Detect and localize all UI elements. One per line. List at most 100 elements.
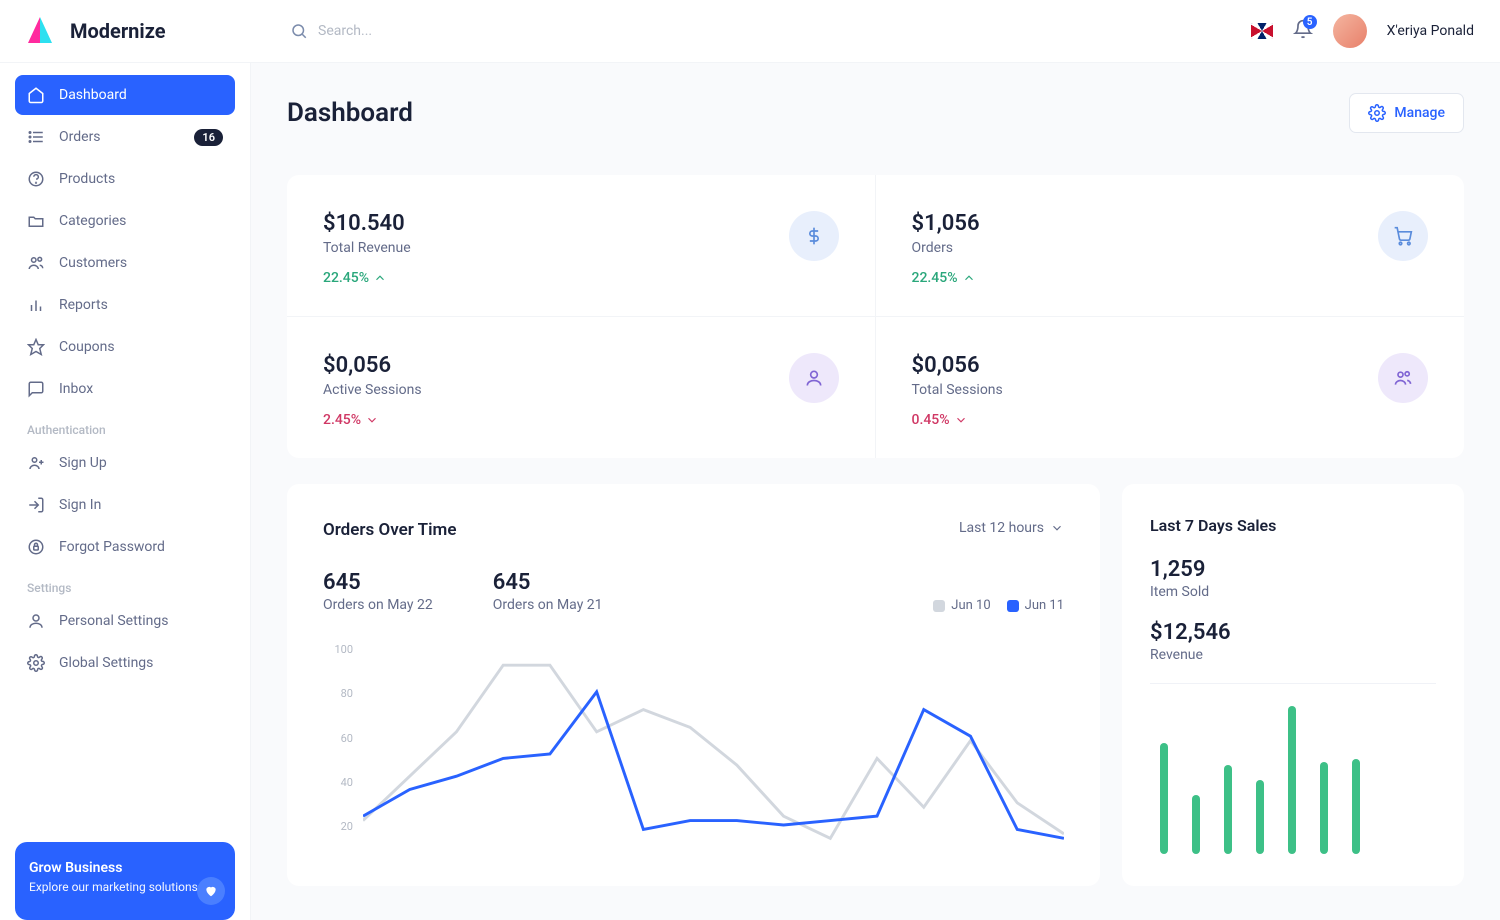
search-input[interactable] xyxy=(318,23,618,39)
promo-title: Grow Business xyxy=(29,860,221,876)
sidebar-item-label: Global Settings xyxy=(59,655,153,671)
language-flag-uk[interactable] xyxy=(1251,23,1273,39)
username: X'eriya Ponald xyxy=(1387,23,1474,39)
topbar-right: 5 X'eriya Ponald xyxy=(1251,14,1474,48)
sidebar-item-label: Inbox xyxy=(59,381,93,397)
stat-card-orders: $1,056 Orders 22.45% xyxy=(876,175,1465,317)
chart-title: Orders Over Time xyxy=(323,520,456,540)
user-icon xyxy=(27,612,45,630)
divider xyxy=(1150,683,1436,684)
sidebar-item-label: Sign Up xyxy=(59,455,107,471)
lock-icon xyxy=(27,538,45,556)
legend-swatch xyxy=(933,600,945,612)
chevron-up-icon xyxy=(962,271,976,285)
chevron-down-icon xyxy=(1050,521,1064,535)
search-icon xyxy=(290,22,308,40)
home-icon xyxy=(27,86,45,104)
chevron-down-icon xyxy=(954,413,968,427)
sidebar-item-personal-settings[interactable]: Personal Settings xyxy=(15,601,235,641)
stat-value: $0,056 xyxy=(912,353,1003,378)
manage-button[interactable]: Manage xyxy=(1349,93,1464,133)
sidebar-item-reports[interactable]: Reports xyxy=(15,285,235,325)
revenue-label: Revenue xyxy=(1150,647,1436,663)
sidebar-item-categories[interactable]: Categories xyxy=(15,201,235,241)
sidebar-item-inbox[interactable]: Inbox xyxy=(15,369,235,409)
orders-chart-card: Orders Over Time Last 12 hours 645Orders… xyxy=(287,484,1100,886)
sidebar-item-label: Reports xyxy=(59,297,108,313)
cart-icon xyxy=(1378,211,1428,261)
chevron-up-icon xyxy=(373,271,387,285)
notifications-count: 5 xyxy=(1303,15,1317,29)
orders-badge: 16 xyxy=(194,129,223,146)
sidebar-item-label: Sign In xyxy=(59,497,101,513)
topbar: Modernize 5 X'eriya Ponald xyxy=(0,0,1500,63)
sidebar-item-global-settings[interactable]: Global Settings xyxy=(15,643,235,683)
range-selector[interactable]: Last 12 hours xyxy=(959,520,1064,536)
search-block xyxy=(290,22,1251,40)
stat-value: $1,056 xyxy=(912,211,980,236)
promo-card[interactable]: Grow Business Explore our marketing solu… xyxy=(15,842,235,920)
sidebar: Dashboard Orders 16 Products Categories C… xyxy=(0,63,251,920)
chevron-down-icon xyxy=(365,413,379,427)
avatar[interactable] xyxy=(1333,14,1367,48)
sidebar-item-signup[interactable]: Sign Up xyxy=(15,443,235,483)
sidebar-item-label: Orders xyxy=(59,129,101,145)
sidebar-item-forgot-password[interactable]: Forgot Password xyxy=(15,527,235,567)
section-authentication: Authentication xyxy=(15,411,235,443)
sidebar-item-label: Forgot Password xyxy=(59,539,165,555)
sidebar-item-coupons[interactable]: Coupons xyxy=(15,327,235,367)
dollar-icon xyxy=(789,211,839,261)
stats-grid: $10.540 Total Revenue 22.45% $1,056 Orde… xyxy=(287,175,1464,458)
stat-card-active-sessions: $0,056 Active Sessions 2.45% xyxy=(287,317,876,458)
user-icon xyxy=(789,353,839,403)
sidebar-item-label: Coupons xyxy=(59,339,115,355)
sidebar-item-customers[interactable]: Customers xyxy=(15,243,235,283)
brand-name: Modernize xyxy=(70,19,166,43)
main-content: Dashboard Manage $10.540 Total Revenue 2… xyxy=(251,63,1500,920)
line-chart-svg xyxy=(363,643,1064,865)
stat-delta: 2.45% xyxy=(323,412,422,428)
sidebar-item-signin[interactable]: Sign In xyxy=(15,485,235,525)
stat-label: Active Sessions xyxy=(323,382,422,398)
sidebar-item-label: Dashboard xyxy=(59,87,127,103)
orders-line-chart: 10080604020 xyxy=(323,643,1064,833)
charts-row: Orders Over Time Last 12 hours 645Orders… xyxy=(287,484,1464,886)
gear-icon xyxy=(27,654,45,672)
star-icon xyxy=(27,338,45,356)
section-settings: Settings xyxy=(15,569,235,601)
sidebar-item-dashboard[interactable]: Dashboard xyxy=(15,75,235,115)
stat-value: $10.540 xyxy=(323,211,411,236)
items-sold-label: Item Sold xyxy=(1150,584,1436,600)
meta-block: 645Orders on May 21 xyxy=(493,570,603,613)
gear-icon xyxy=(1368,104,1386,122)
sidebar-item-label: Personal Settings xyxy=(59,613,168,629)
message-square-icon xyxy=(27,380,45,398)
sales-sidebar-card: Last 7 Days Sales 1,259 Item Sold $12,54… xyxy=(1122,484,1464,886)
help-circle-icon xyxy=(27,170,45,188)
sidebar-item-products[interactable]: Products xyxy=(15,159,235,199)
promo-subtitle: Explore our marketing solutions xyxy=(29,880,221,894)
logo-block[interactable]: Modernize xyxy=(22,13,252,49)
manage-label: Manage xyxy=(1394,105,1445,121)
stat-label: Total Revenue xyxy=(323,240,411,256)
notifications-button[interactable]: 5 xyxy=(1293,19,1313,43)
stat-delta: 0.45% xyxy=(912,412,1003,428)
sidebar-item-orders[interactable]: Orders 16 xyxy=(15,117,235,157)
chart-meta: 645Orders on May 22 645Orders on May 21 … xyxy=(323,570,1064,613)
sidebar-item-label: Products xyxy=(59,171,115,187)
list-icon xyxy=(27,128,45,146)
heart-icon xyxy=(197,877,225,905)
revenue-value: $12,546 xyxy=(1150,620,1436,645)
sidebar-item-label: Categories xyxy=(59,213,126,229)
logo-icon xyxy=(22,13,58,49)
legend-swatch xyxy=(1007,600,1019,612)
y-axis: 10080604020 xyxy=(323,643,353,833)
sales-bar-chart xyxy=(1150,706,1436,854)
stat-card-total-sessions: $0,056 Total Sessions 0.45% xyxy=(876,317,1465,458)
stat-delta: 22.45% xyxy=(323,270,411,286)
items-sold-value: 1,259 xyxy=(1150,557,1436,582)
login-icon xyxy=(27,496,45,514)
sidebar-item-label: Customers xyxy=(59,255,127,271)
folder-icon xyxy=(27,212,45,230)
stat-label: Total Sessions xyxy=(912,382,1003,398)
